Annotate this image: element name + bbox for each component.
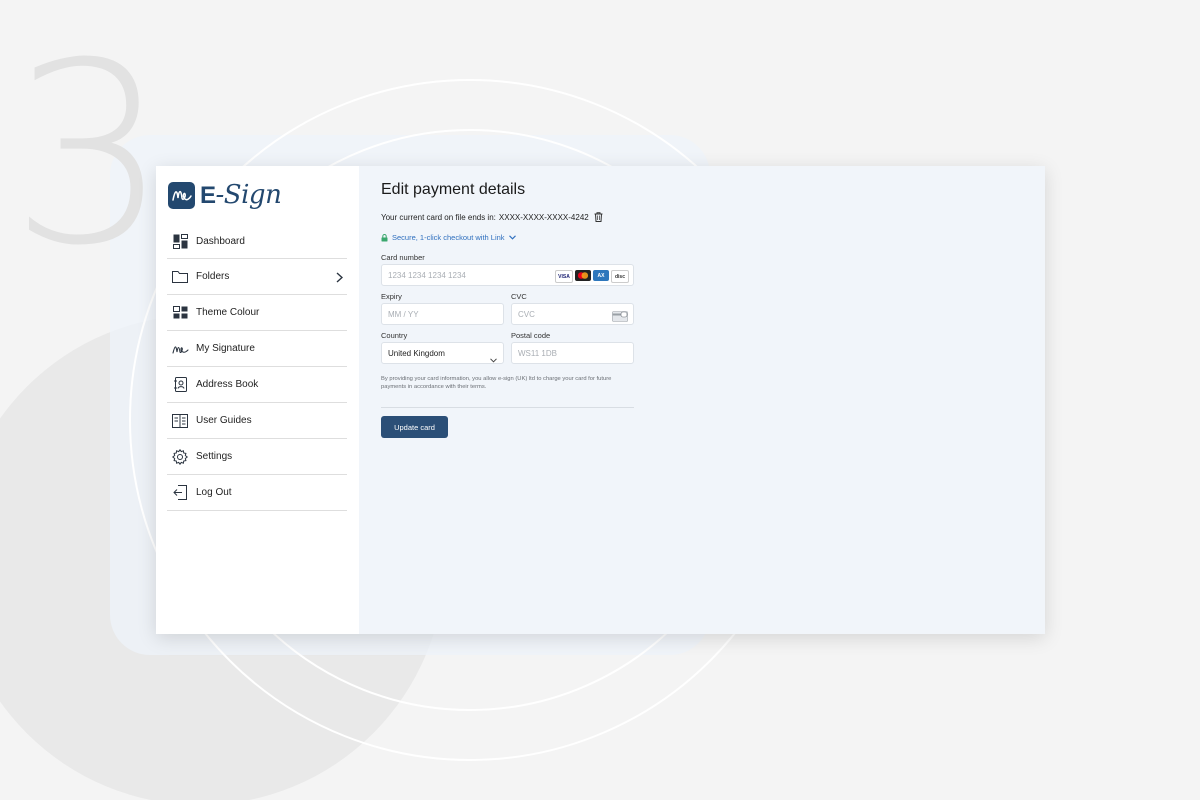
- sidebar-item-label: User Guides: [196, 415, 252, 426]
- sidebar-item-log-out[interactable]: Log Out: [167, 475, 347, 511]
- current-card-number: XXXX-XXXX-XXXX-4242: [498, 212, 589, 222]
- cvc-label: CVC: [511, 292, 527, 301]
- expiry-field: [381, 303, 504, 325]
- postal-code-field: [511, 342, 634, 364]
- folder-icon: [171, 268, 189, 286]
- expiry-label: Expiry: [381, 292, 402, 301]
- page-title: Edit payment details: [381, 181, 526, 198]
- amex-icon: AX: [593, 270, 609, 281]
- chevron-right-icon[interactable]: [336, 270, 344, 288]
- sidebar-item-dashboard[interactable]: Dashboard: [167, 224, 347, 259]
- trash-icon[interactable]: [594, 212, 603, 222]
- current-card-info: Your current card on file ends in: XXXX-…: [381, 212, 603, 222]
- card-brands: VISA AX disc: [553, 270, 629, 283]
- sidebar-item-label: Settings: [196, 451, 233, 462]
- card-number-field: VISA AX disc: [381, 264, 634, 286]
- chevron-down-icon: [490, 350, 497, 368]
- sidebar-item-address-book[interactable]: Address Book: [167, 367, 347, 403]
- sidebar-item-label: Dashboard: [196, 235, 245, 247]
- sidebar-item-theme-colour[interactable]: Theme Colour: [167, 295, 347, 331]
- logo-icon: [168, 181, 195, 209]
- current-card-prefix: Your current card on file ends in:: [381, 212, 496, 222]
- postal-code-input[interactable]: [512, 348, 633, 358]
- sidebar-item-label: Address Book: [196, 379, 259, 390]
- postal-code-label: Postal code: [511, 331, 551, 340]
- sidebar-item-label: My Signature: [196, 343, 255, 354]
- sidebar-item-folders[interactable]: Folders: [167, 259, 347, 295]
- logout-icon: [171, 484, 189, 502]
- discover-icon: disc: [611, 270, 629, 283]
- user-guides-icon: [171, 412, 189, 430]
- sidebar-item-user-guides[interactable]: User Guides: [167, 403, 347, 439]
- signature-icon: [171, 340, 189, 358]
- link-checkout-label: Secure, 1-click checkout with Link: [392, 233, 505, 242]
- main-content: Edit payment details Your current card o…: [359, 166, 1045, 634]
- divider: [381, 407, 634, 408]
- gear-icon: [171, 448, 189, 466]
- cvc-card-icon: [612, 309, 628, 327]
- mastercard-icon: [575, 270, 591, 281]
- theme-icon: [171, 304, 189, 322]
- card-number-label: Card number: [381, 253, 425, 262]
- logo[interactable]: E-Sign: [168, 180, 282, 210]
- chevron-down-icon: [508, 235, 516, 240]
- app-window: E-Sign Dashboard Folders Theme Colour My…: [156, 166, 1045, 634]
- sidebar-item-label: Folders: [196, 271, 230, 282]
- country-label: Country: [381, 331, 408, 340]
- update-card-button[interactable]: Update card: [381, 416, 448, 438]
- sidebar-item-label: Log Out: [196, 487, 232, 498]
- cvc-field: [511, 303, 634, 325]
- dashboard-icon: [171, 232, 189, 250]
- sidebar: E-Sign Dashboard Folders Theme Colour My…: [156, 166, 359, 634]
- logo-text: E-Sign: [200, 180, 282, 210]
- expiry-input[interactable]: [382, 309, 503, 319]
- address-book-icon: [171, 376, 189, 394]
- lock-icon: [381, 233, 388, 242]
- country-value: United Kingdom: [388, 348, 445, 358]
- link-checkout-toggle[interactable]: Secure, 1-click checkout with Link: [381, 233, 516, 242]
- sidebar-item-label: Theme Colour: [196, 307, 260, 318]
- sidebar-item-settings[interactable]: Settings: [167, 439, 347, 475]
- country-select[interactable]: United Kingdom: [381, 342, 504, 364]
- visa-icon: VISA: [555, 270, 573, 283]
- sidebar-item-my-signature[interactable]: My Signature: [167, 331, 347, 367]
- disclaimer-text: By providing your card information, you …: [381, 376, 612, 390]
- step-number: 3: [10, 9, 170, 300]
- sidebar-nav: Dashboard Folders Theme Colour My Signat…: [167, 224, 347, 511]
